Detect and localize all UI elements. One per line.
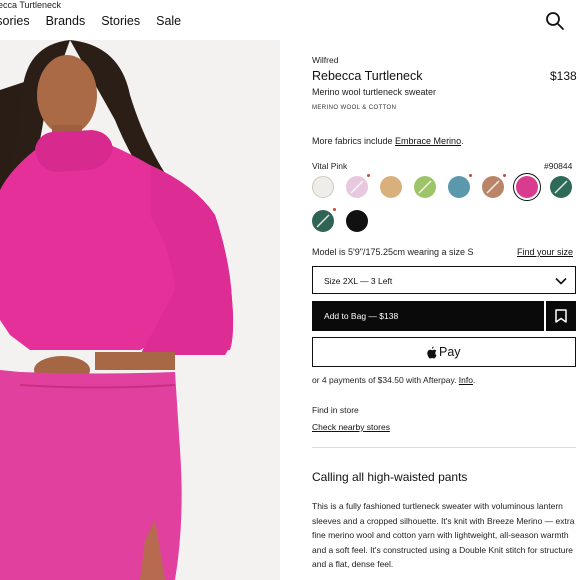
color-swatch[interactable] xyxy=(380,176,402,198)
apple-logo-icon xyxy=(427,346,437,358)
apple-pay-content: Pay xyxy=(426,345,461,359)
section-heading: Calling all high-waisted pants xyxy=(312,470,468,484)
selected-color-name: Vital Pink xyxy=(312,161,348,171)
nav-item-accessories[interactable]: ssories xyxy=(0,14,30,28)
search-icon[interactable] xyxy=(545,11,565,31)
model-size-info: Model is 5'9"/175.25cm wearing a size S xyxy=(312,247,474,257)
nav-item-brands[interactable]: Brands xyxy=(46,14,86,28)
more-fabrics-text: More fabrics include Embrace Merino. xyxy=(312,136,464,146)
color-swatch[interactable] xyxy=(550,176,572,198)
afterpay-info-link[interactable]: Info xyxy=(459,375,473,385)
color-swatch[interactable] xyxy=(346,210,368,232)
swatch-pattern xyxy=(350,180,364,194)
section-divider xyxy=(312,447,576,448)
bookmark-icon xyxy=(555,309,567,323)
color-swatch[interactable] xyxy=(312,176,334,198)
swatch-pattern xyxy=(418,180,432,194)
product-title: Rebecca Turtleneck xyxy=(312,69,423,83)
add-to-bag-button[interactable]: Add to Bag — $138 xyxy=(312,301,544,331)
find-in-store-label: Find in store xyxy=(312,405,359,415)
tab-title: ecca Turtleneck xyxy=(0,0,62,10)
nav-item-sale[interactable]: Sale xyxy=(156,14,181,28)
apple-pay-button[interactable]: Pay xyxy=(312,337,576,367)
chevron-down-icon xyxy=(555,277,567,285)
wishlist-button[interactable] xyxy=(546,301,576,331)
find-your-size-link[interactable]: Find your size xyxy=(517,247,573,257)
swatch-indicator-dot xyxy=(503,174,506,177)
color-swatch[interactable] xyxy=(346,174,370,198)
fabrics-prefix: More fabrics include xyxy=(312,136,396,146)
product-subtitle: Merino wool turtleneck sweater xyxy=(312,87,437,97)
swatch-indicator-dot xyxy=(367,174,370,177)
swatch-indicator-dot xyxy=(469,174,472,177)
color-swatch[interactable] xyxy=(448,174,472,198)
size-select[interactable]: Size 2XL — 3 Left xyxy=(312,266,576,294)
material-tag: MERINO WOOL & COTTON xyxy=(312,105,397,111)
product-price: $138 xyxy=(550,69,577,83)
add-to-bag-label: Add to Bag — $138 xyxy=(324,311,399,321)
product-image xyxy=(0,40,280,580)
main-nav: ssories Brands Stories Sale xyxy=(0,14,197,28)
color-code: #90844 xyxy=(544,161,573,171)
nav-item-stories[interactable]: Stories xyxy=(101,14,140,28)
brand-name[interactable]: Wilfred xyxy=(312,55,338,65)
afterpay-text: or 4 payments of $34.50 with Afterpay. I… xyxy=(312,375,475,385)
fabrics-suffix: . xyxy=(461,136,464,146)
swatch-pattern xyxy=(316,214,330,228)
afterpay-suffix: . xyxy=(472,375,476,385)
color-swatch[interactable] xyxy=(482,174,506,198)
model-photo-illustration xyxy=(0,40,280,580)
check-nearby-stores-link[interactable]: Check nearby stores xyxy=(312,422,390,432)
embrace-merino-link[interactable]: Embrace Merino xyxy=(395,136,461,146)
top-bar: ecca Turtleneck ssories Brands Stories S… xyxy=(0,0,580,40)
color-swatch[interactable] xyxy=(414,176,436,198)
afterpay-prefix: or 4 payments of $34.50 with Afterpay. xyxy=(312,375,459,385)
size-select-value: Size 2XL — 3 Left xyxy=(324,276,393,286)
apple-pay-label: Pay xyxy=(439,345,461,359)
swatch-indicator-dot xyxy=(333,208,336,211)
product-description: This is a fully fashioned turtleneck swe… xyxy=(312,501,575,569)
color-swatch[interactable] xyxy=(513,173,541,201)
swatch-pattern xyxy=(486,180,500,194)
swatch-pattern xyxy=(554,180,568,194)
color-swatch[interactable] xyxy=(312,208,336,232)
